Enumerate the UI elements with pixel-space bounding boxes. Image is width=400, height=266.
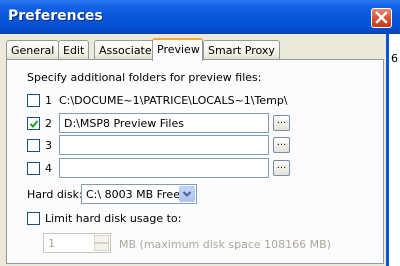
folder-2-path-input[interactable]: D:\MSP8 Preview Files [59,113,269,133]
tab-preview[interactable]: Preview [152,38,203,61]
preferences-window: Preferences General Edit Associate Previ… [0,0,400,266]
limit-disk-value: 1 [48,237,55,250]
folder-4-index: 4 [45,162,52,175]
tab-edit[interactable]: Edit [58,40,90,59]
hard-disk-label: Hard disk: [27,188,83,201]
folders-intro-label: Specify additional folders for preview f… [27,71,262,84]
folder-2-index: 2 [45,117,52,130]
folder-3-browse-button[interactable]: ... [273,137,290,153]
title-bar: Preferences [0,0,400,34]
tab-general[interactable]: General [6,40,60,59]
folder-3-checkbox[interactable] [27,139,40,152]
window-title: Preferences [8,8,103,24]
hard-disk-value: C:\ 8003 MB Free [86,188,180,201]
dialog-body: General Edit Associate Preview Smart Pro… [0,34,400,266]
chevron-down-icon [182,191,192,197]
limit-disk-stepper[interactable]: 1 [43,233,111,253]
limit-disk-suffix: MB (maximum disk space 108166 MB) [119,238,331,251]
folder-4-checkbox[interactable] [27,162,40,175]
folder-4-browse-button[interactable]: ... [273,160,290,176]
folder-3-path-input[interactable] [59,135,269,155]
folder-4-path-input[interactable] [59,158,269,178]
checkmark-icon [29,120,39,128]
limit-disk-checkbox[interactable] [27,212,40,225]
close-button[interactable] [371,8,392,28]
tab-smart-proxy[interactable]: Smart Proxy [203,40,280,59]
folder-2-browse-button[interactable]: ... [273,115,290,131]
folder-1-index: 1 [45,94,52,107]
stepper-buttons [94,235,109,251]
background-text-fragment: 6 [391,52,398,65]
window-right-edge: 6 [386,34,400,266]
hard-disk-select[interactable]: C:\ 8003 MB Free [81,184,197,204]
tab-associate[interactable]: Associate [94,40,157,59]
folder-1-checkbox[interactable] [27,94,40,107]
folder-3-index: 3 [45,139,52,152]
stepper-up-button[interactable] [94,235,109,243]
preview-panel: Specify additional folders for preview f… [6,59,384,264]
folder-2-checkbox[interactable] [27,117,40,130]
folder-1-path: C:\DOCUME~1\PATRICE\LOCALS~1\Temp\ [59,94,288,107]
stepper-down-button[interactable] [94,243,109,251]
close-icon [375,11,388,24]
limit-disk-label: Limit hard disk usage to: [45,212,182,225]
dropdown-arrow[interactable] [179,186,195,202]
